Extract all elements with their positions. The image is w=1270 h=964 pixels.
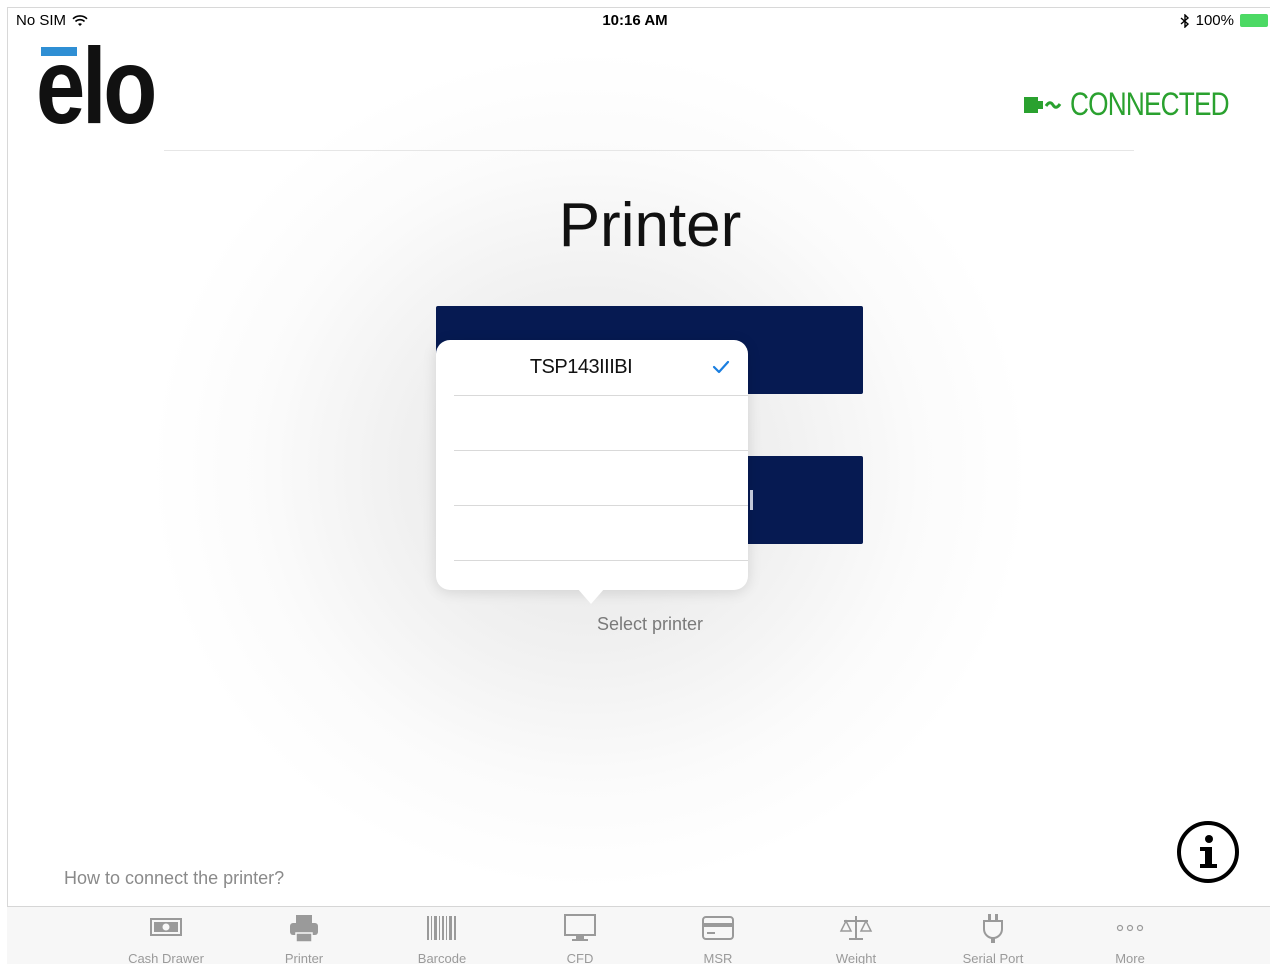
help-link[interactable]: How to connect the printer? <box>64 868 284 889</box>
tab-label: Printer <box>284 951 324 964</box>
battery-icon <box>1240 14 1268 27</box>
tab-label: More <box>1115 951 1145 964</box>
tab-label: Serial Port <box>962 951 1024 964</box>
printer-option[interactable]: TSP143IIIBI <box>454 340 748 396</box>
tab-msr[interactable]: MSR <box>658 913 778 964</box>
tab-label: Weight <box>835 951 877 964</box>
tab-label: MSR <box>703 951 733 964</box>
page-title: Printer <box>558 191 742 260</box>
frame-border <box>7 7 8 964</box>
checkmark-icon <box>712 360 730 374</box>
connection-status: CONNECTED <box>1022 86 1240 123</box>
bottom-tab-bar: Cash Drawer Printer Barcode CFD MSR Weig… <box>7 906 1270 964</box>
tab-label: CFD <box>566 951 594 964</box>
tab-label: Barcode <box>417 951 467 964</box>
cash-drawer-icon <box>150 918 182 936</box>
tab-weight[interactable]: Weight <box>796 913 916 964</box>
printer-option[interactable] <box>454 395 748 451</box>
status-right: 100% <box>1180 12 1268 29</box>
tab-printer[interactable]: Printer <box>244 913 364 964</box>
printer-option[interactable] <box>454 505 748 561</box>
more-icon <box>1116 924 1144 932</box>
tab-label: Cash Drawer <box>128 951 204 964</box>
printer-option-label: TSP143IIIBI <box>529 356 633 378</box>
tab-barcode[interactable]: Barcode <box>382 913 502 964</box>
battery-percent: 100% <box>1195 12 1234 29</box>
plug-connected-icon <box>1024 96 1062 113</box>
tab-cash-drawer[interactable]: Cash Drawer <box>106 913 226 964</box>
card-icon <box>702 916 734 940</box>
status-bar: No SIM 10:16 AM 100% <box>0 8 1270 34</box>
app-screen: No SIM 10:16 AM 100% elo CONNECTED Print… <box>0 0 1270 964</box>
tab-more[interactable]: More <box>1070 913 1190 964</box>
tab-cfd[interactable]: CFD <box>520 913 640 964</box>
connected-label: CONNECTED <box>1070 86 1230 122</box>
select-printer-label: Select printer <box>596 614 704 634</box>
button-label-fragment <box>750 490 753 510</box>
printer-picker-popover: TSP143IIIBI <box>436 340 748 590</box>
barcode-icon <box>427 916 456 940</box>
logo-accent-bar <box>41 47 77 56</box>
printer-option[interactable] <box>454 450 748 506</box>
bluetooth-icon <box>1180 13 1189 28</box>
info-icon[interactable] <box>1176 820 1240 884</box>
popover-arrow <box>577 588 605 604</box>
elo-logo: elo <box>36 32 158 140</box>
plug-icon <box>983 914 1003 943</box>
tab-serial-port[interactable]: Serial Port <box>933 913 1053 964</box>
printer-icon <box>290 915 318 943</box>
monitor-icon <box>564 914 596 941</box>
header-divider <box>164 150 1134 151</box>
status-time: 10:16 AM <box>602 12 668 29</box>
scale-icon <box>839 916 873 940</box>
